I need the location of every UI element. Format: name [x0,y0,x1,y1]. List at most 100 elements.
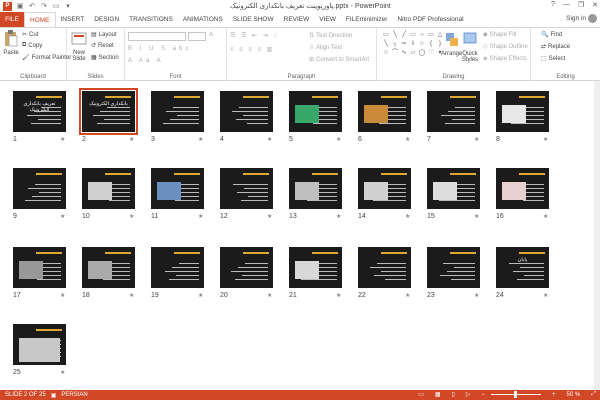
text-direction-button[interactable]: ⇅ Text Direction [309,32,352,40]
transition-star-icon[interactable]: ★ [543,213,548,220]
slide-thumbnail[interactable] [427,91,480,132]
start-slideshow-icon[interactable]: ▭ [52,2,60,10]
new-slide-button[interactable]: New Slide [70,30,88,62]
transition-star-icon[interactable]: ★ [60,292,65,299]
transition-star-icon[interactable]: ★ [129,292,134,299]
transition-star-icon[interactable]: ★ [198,213,203,220]
transition-star-icon[interactable]: ★ [198,136,203,143]
zoom-out-icon[interactable]: − [481,392,485,398]
shape-icon[interactable]: ∿ [400,49,408,57]
slide-thumbnail[interactable]: تعریف بانکداری الکترونیک [13,91,66,132]
transition-star-icon[interactable]: ★ [129,136,134,143]
slide-thumbnail[interactable] [13,247,66,288]
slide-thumbnail[interactable] [289,91,342,132]
normal-view-icon[interactable]: ▭ [418,391,424,398]
shape-icon[interactable]: ⇨ [400,40,408,48]
proofing-icon[interactable]: ▣ [51,392,57,399]
shape-icon[interactable]: ⌒ [391,49,399,57]
tab-slide-show[interactable]: SLIDE SHOW [228,12,279,27]
slideshow-view-icon[interactable]: ▷ [466,391,471,398]
slide-thumbnail[interactable] [151,168,204,209]
transition-star-icon[interactable]: ★ [198,292,203,299]
shape-icon[interactable]: ☆ [382,49,390,57]
slide-thumbnail[interactable] [427,247,480,288]
select-button[interactable]: ⬚ Select [541,55,565,63]
transition-star-icon[interactable]: ★ [267,213,272,220]
slide-thumbnail[interactable] [358,168,411,209]
convert-smartart-button[interactable]: ⊞ Convert to SmartArt [309,56,369,64]
tab-transitions[interactable]: TRANSITIONS [124,12,178,27]
minimize-button[interactable]: — [563,1,570,9]
align-text-button[interactable]: ⇳ Align Text [309,44,342,52]
shapes-gallery[interactable]: ▭ ╲ ╱ ▭ ○ ▭ △ ╲ ┐ ⇨ ⇩ ☆{} ☆ ⌒ ∿ ▱ ◯ ♡ ▾ [382,31,442,61]
shape-icon[interactable]: ╱ [400,31,408,39]
close-button[interactable]: ✕ [592,1,598,9]
maximize-button[interactable]: ❐ [578,1,584,9]
fit-slide-icon[interactable]: ⤢ [591,391,596,398]
shape-icon[interactable]: ♡ [427,49,435,57]
grow-font-button[interactable]: A [209,32,213,38]
transition-star-icon[interactable]: ★ [474,292,479,299]
slide-sorter-view-icon[interactable]: ▦ [435,391,441,398]
shape-icon[interactable]: ╲ [382,40,390,48]
help-button[interactable]: ? [551,1,555,9]
shape-icon[interactable]: ▱ [409,49,417,57]
zoom-level[interactable]: 50 % [567,392,581,398]
list-buttons[interactable]: ☰ ☰ ⇤ ⇥ ↕ [230,32,278,39]
slide-thumbnail[interactable] [496,168,549,209]
shape-icon[interactable]: ⇩ [409,40,417,48]
tab-file[interactable]: FILE [0,12,24,27]
vertical-scrollbar[interactable] [594,81,600,390]
tab-view[interactable]: VIEW [314,12,341,27]
tab-animations[interactable]: ANIMATIONS [178,12,228,27]
slide-thumbnail[interactable] [82,247,135,288]
transition-star-icon[interactable]: ★ [129,213,134,220]
section-button[interactable]: ▦ Section [91,54,119,62]
copy-button[interactable]: ⧉ Copy [22,42,42,49]
shape-icon[interactable]: ┐ [391,40,399,48]
language-indicator[interactable]: PERSIAN [61,392,87,398]
slide-thumbnail[interactable] [82,168,135,209]
shape-icon[interactable]: ◯ [418,49,426,57]
transition-star-icon[interactable]: ★ [405,136,410,143]
shape-icon[interactable]: } [436,40,444,48]
redo-icon[interactable]: ↷ [40,2,48,10]
undo-icon[interactable]: ↶ [28,2,36,10]
layout-button[interactable]: ▤ Layout [91,31,117,39]
slide-thumbnail[interactable] [358,91,411,132]
cut-button[interactable]: ✂ Cut [22,31,38,39]
font-format-buttons[interactable]: B I U S abc [128,46,191,52]
paste-button[interactable]: Paste [3,30,19,56]
shape-icon[interactable]: ▭ [409,31,417,39]
find-button[interactable]: 🔍 Find [541,31,562,39]
shape-icon[interactable]: ╲ [391,31,399,39]
transition-star-icon[interactable]: ★ [405,213,410,220]
arrange-button[interactable]: Arrange [441,31,462,57]
transition-star-icon[interactable]: ★ [267,136,272,143]
shape-icon[interactable]: ○ [418,31,426,39]
shape-icon[interactable]: △ [436,31,444,39]
font-color-buttons[interactable]: A Aa A [128,58,164,64]
slide-thumbnail[interactable] [427,168,480,209]
transition-star-icon[interactable]: ★ [336,213,341,220]
shape-icon[interactable]: ▭ [427,31,435,39]
transition-star-icon[interactable]: ★ [474,213,479,220]
slide-thumbnail[interactable] [220,247,273,288]
slide-thumbnail[interactable] [289,247,342,288]
tab-nitro-pdf[interactable]: Nitro PDF Professional [392,12,468,27]
slide-thumbnail[interactable] [13,324,66,365]
zoom-thumb[interactable] [513,391,517,398]
transition-star-icon[interactable]: ★ [60,369,65,376]
transition-star-icon[interactable]: ★ [336,292,341,299]
shape-icon[interactable]: ☆ [418,40,426,48]
slide-thumbnail[interactable] [13,168,66,209]
sign-in-link[interactable]: Sign in [566,15,586,22]
transition-star-icon[interactable]: ★ [474,136,479,143]
shape-icon[interactable]: ▭ [382,31,390,39]
slide-thumbnail[interactable] [151,91,204,132]
tab-insert[interactable]: INSERT [56,12,90,27]
format-painter-button[interactable]: 🖌 Format Painter [22,54,71,62]
reading-view-icon[interactable]: ▯ [452,391,455,398]
transition-star-icon[interactable]: ★ [60,213,65,220]
slide-thumbnail[interactable] [289,168,342,209]
